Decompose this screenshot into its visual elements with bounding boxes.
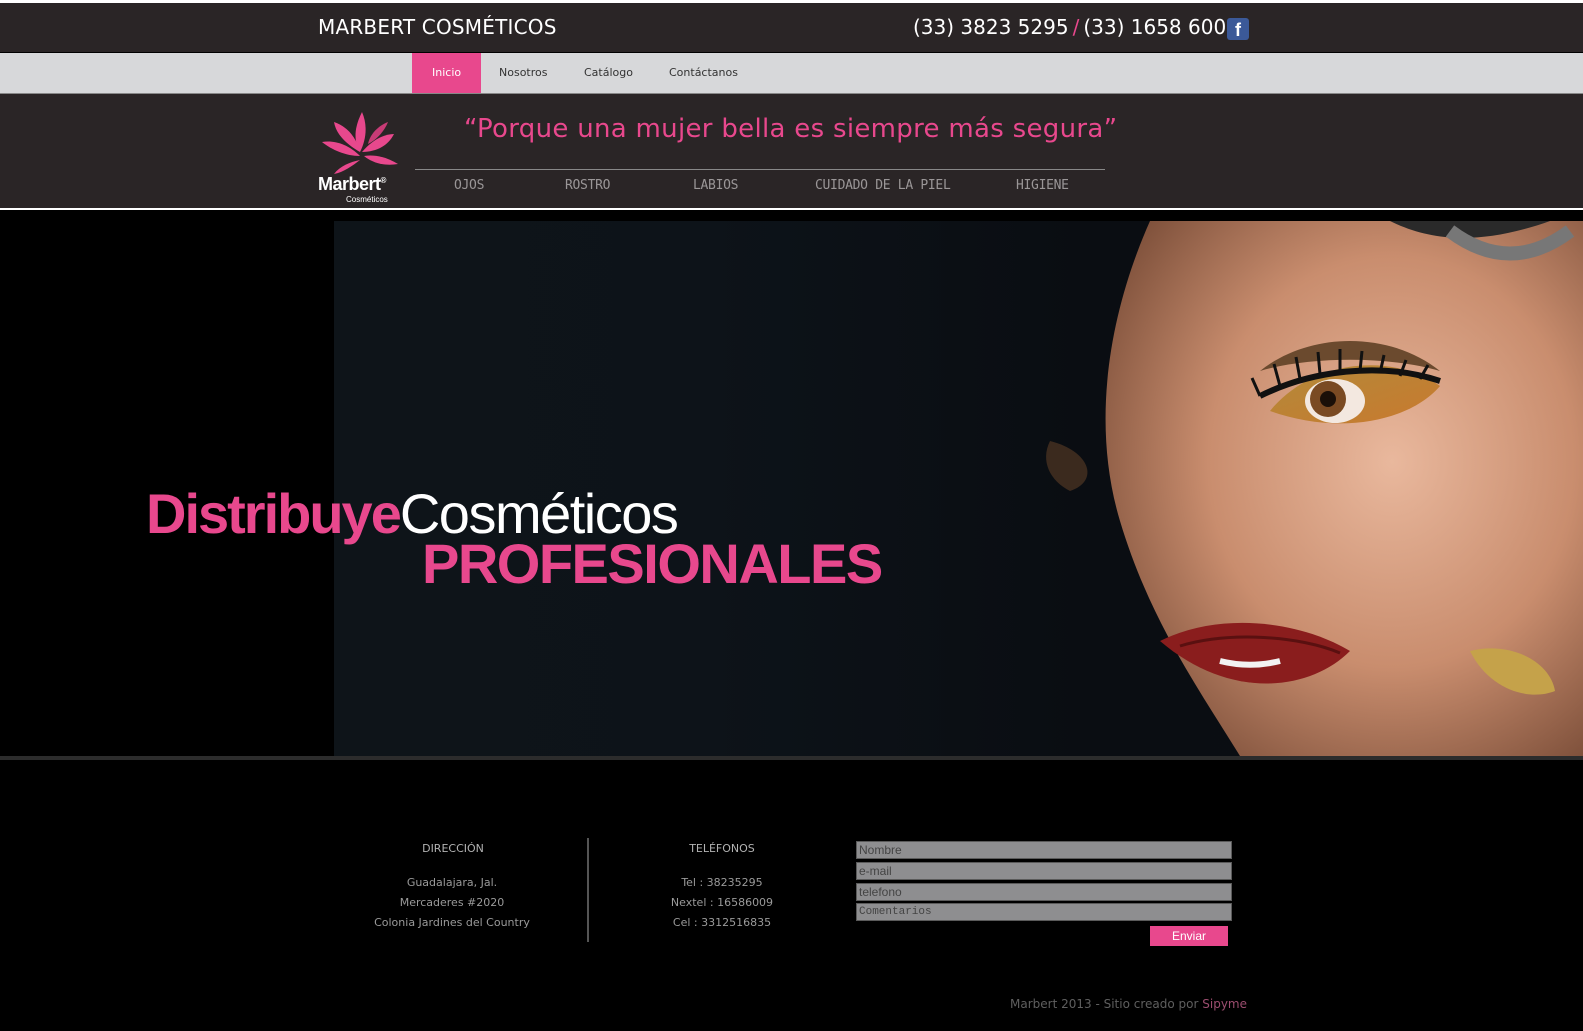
category-higiene[interactable]: HIGIENE	[1016, 178, 1069, 193]
copyright: Marbert 2013 - Sitio creado por Sipyme	[1010, 997, 1247, 1011]
nav-item-inicio[interactable]: Inicio	[412, 53, 482, 93]
nav-item-catalogo[interactable]: Catálogo	[564, 53, 653, 93]
phone-nextel: Nextel : 16586009	[670, 896, 774, 909]
comments-textarea[interactable]: Comentarios	[856, 903, 1232, 921]
phone-1: (33) 3823 5295	[913, 15, 1069, 39]
phones-title: TELÉFONOS	[689, 842, 755, 855]
logo-registered: ®	[380, 176, 387, 185]
hero-banner: DistribuyeCosméticos PROFESIONALES	[0, 221, 1583, 756]
phone-field[interactable]: telefono	[856, 883, 1232, 901]
address-line-2: Mercaderes #2020	[399, 896, 505, 909]
logo-text: Marbert	[318, 174, 381, 194]
slogan: “Porque una mujer bella es siempre más s…	[464, 114, 1118, 144]
category-cuidado-piel[interactable]: CUIDADO DE LA PIEL	[815, 178, 951, 193]
phone-separator: /	[1072, 15, 1080, 39]
category-rostro[interactable]: ROSTRO	[565, 178, 610, 193]
phone-tel: Tel : 38235295	[681, 876, 763, 889]
phone-numbers: (33) 3823 5295/(33) 1658 6009	[913, 15, 1239, 39]
brand-title: MARBERT COSMÉTICOS	[318, 15, 557, 39]
footer-divider	[587, 838, 589, 942]
category-ojos[interactable]: OJOS	[454, 178, 484, 193]
copyright-text: Marbert 2013 - Sitio creado por	[1010, 997, 1199, 1011]
top-bar: MARBERT COSMÉTICOS (33) 3823 5295/(33) 1…	[0, 0, 1583, 52]
model-face-image	[1046, 221, 1583, 756]
phone-cel: Cel : 3312516835	[672, 916, 772, 929]
phone-2: (33) 1658 6009	[1083, 15, 1239, 39]
email-field[interactable]: e-mail	[856, 862, 1232, 880]
site-header: Marbert® Cosméticos “Porque una mujer be…	[0, 94, 1583, 210]
hero-subheadline: PROFESIONALES	[422, 532, 883, 595]
address-line-1: Guadalajara, Jal.	[406, 876, 498, 889]
credit-link[interactable]: Sipyme	[1202, 997, 1247, 1011]
main-nav: Inicio Nosotros Catálogo Contáctanos	[0, 53, 1583, 94]
address-title: DIRECCIÓN	[422, 842, 484, 855]
send-button[interactable]: Enviar	[1150, 926, 1228, 946]
category-labios[interactable]: LABIOS	[693, 178, 738, 193]
logo-wordmark: Marbert®	[318, 174, 386, 195]
hero-word-distribuye: Distribuye	[146, 482, 402, 545]
address-line-3: Colonia Jardines del Country	[374, 916, 530, 929]
logo-subtitle: Cosméticos	[346, 195, 388, 204]
name-field[interactable]: Nombre	[856, 841, 1232, 859]
header-divider	[415, 169, 1105, 170]
facebook-icon[interactable]: f	[1227, 18, 1249, 40]
nav-item-nosotros[interactable]: Nosotros	[479, 53, 567, 93]
nav-item-contactanos[interactable]: Contáctanos	[649, 53, 758, 93]
